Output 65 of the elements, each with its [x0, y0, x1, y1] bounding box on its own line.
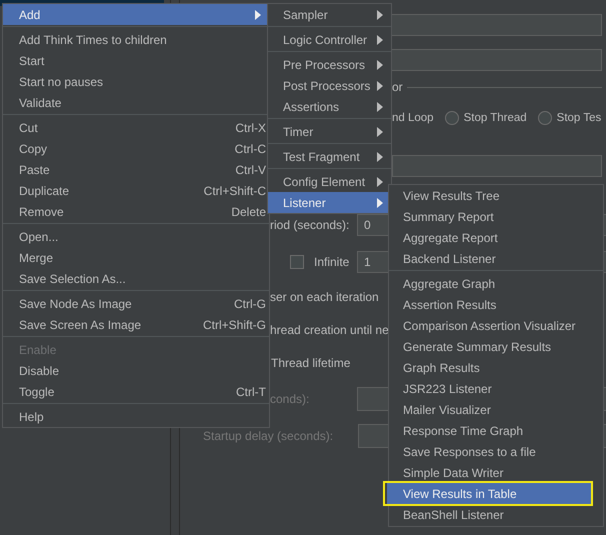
- checkbox[interactable]: [290, 255, 304, 269]
- menu-item[interactable]: Paste Ctrl-V: [3, 159, 269, 180]
- menu-item[interactable]: Test Fragment: [268, 146, 391, 167]
- menu-item[interactable]: Post Processors: [268, 75, 391, 96]
- menu-item[interactable]: Assertion Results: [387, 294, 591, 315]
- radio-label: Stop Thread: [464, 112, 527, 124]
- menu-item[interactable]: Validate: [3, 92, 269, 113]
- menu-item[interactable]: BeanShell Listener: [387, 504, 591, 525]
- menu-item[interactable]: Comparison Assertion Visualizer: [387, 315, 591, 336]
- option-label: hread creation until ne: [270, 323, 389, 337]
- menu-item[interactable]: Save Selection As...: [3, 268, 269, 289]
- option-label: ser on each iteration: [270, 290, 379, 304]
- submenu-arrow-icon: [377, 152, 383, 162]
- radio-button[interactable]: [538, 111, 552, 125]
- menu-item[interactable]: Add Think Times to children: [3, 29, 269, 50]
- menu-item[interactable]: Remove Delete: [3, 201, 269, 222]
- submenu-arrow-icon: [255, 10, 261, 20]
- menu-item[interactable]: Cut Ctrl-X: [3, 117, 269, 138]
- radio-label: nd Loop: [392, 112, 434, 124]
- menu-item[interactable]: Start: [3, 50, 269, 71]
- menu-item[interactable]: Save Responses to a file: [387, 441, 591, 462]
- menu-item[interactable]: Start no pauses: [3, 71, 269, 92]
- menu-item[interactable]: Logic Controller: [268, 29, 391, 50]
- menu-item[interactable]: Graph Results: [387, 357, 591, 378]
- menu-item[interactable]: JSR223 Listener: [387, 378, 591, 399]
- menu-item[interactable]: Merge: [3, 247, 269, 268]
- menu-item[interactable]: Listener: [268, 192, 391, 213]
- field-label: Startup delay (seconds):: [203, 429, 334, 443]
- submenu-arrow-icon: [377, 126, 383, 136]
- radio-button[interactable]: [444, 111, 459, 125]
- menu-item[interactable]: Copy Ctrl-C: [3, 138, 269, 159]
- menu-item[interactable]: Duplicate Ctrl+Shift-C: [3, 180, 269, 201]
- menu-item[interactable]: Timer: [268, 121, 391, 142]
- field-label: riod (seconds):: [270, 218, 350, 232]
- menu-item[interactable]: Aggregate Report: [387, 227, 591, 248]
- menu-item[interactable]: Save Node As Image Ctrl-G: [3, 293, 269, 314]
- menu-item[interactable]: Open...: [3, 226, 269, 247]
- menu-item[interactable]: Add: [3, 4, 269, 25]
- menu-item[interactable]: Save Screen As Image Ctrl+Shift-G: [3, 314, 269, 335]
- field-label: conds):: [270, 392, 310, 406]
- menu-item[interactable]: Simple Data Writer: [387, 462, 591, 483]
- radio-label: Stop Tes: [556, 112, 602, 124]
- menu-item[interactable]: Mailer Visualizer: [387, 399, 591, 420]
- menu-item[interactable]: Help: [3, 406, 269, 427]
- checkbox-label: Infinite: [314, 255, 350, 269]
- option-label: Thread lifetime: [271, 356, 350, 370]
- menu-item[interactable]: View Results in Table: [387, 483, 591, 504]
- submenu-arrow-icon: [377, 10, 383, 20]
- submenu-arrow-icon: [377, 198, 383, 208]
- submenu-arrow-icon: [377, 80, 383, 90]
- menu-item[interactable]: Toggle Ctrl-T: [3, 381, 269, 402]
- text-field[interactable]: [392, 155, 602, 177]
- menu-item[interactable]: Sampler: [268, 4, 391, 25]
- group-title: or: [392, 80, 403, 94]
- menu-item[interactable]: Aggregate Graph: [387, 273, 591, 294]
- menu-item[interactable]: Pre Processors: [268, 54, 391, 75]
- menu-item[interactable]: Assertions: [268, 96, 391, 117]
- submenu-arrow-icon: [377, 176, 383, 186]
- menu-item[interactable]: Generate Summary Results: [387, 336, 591, 357]
- submenu-arrow-icon: [377, 102, 383, 112]
- menu-item[interactable]: Disable: [3, 360, 269, 381]
- menu-item[interactable]: Backend Listener: [387, 248, 591, 269]
- submenu-arrow-icon: [377, 34, 383, 44]
- menu-item[interactable]: Response Time Graph: [387, 420, 591, 441]
- submenu-arrow-icon: [377, 60, 383, 70]
